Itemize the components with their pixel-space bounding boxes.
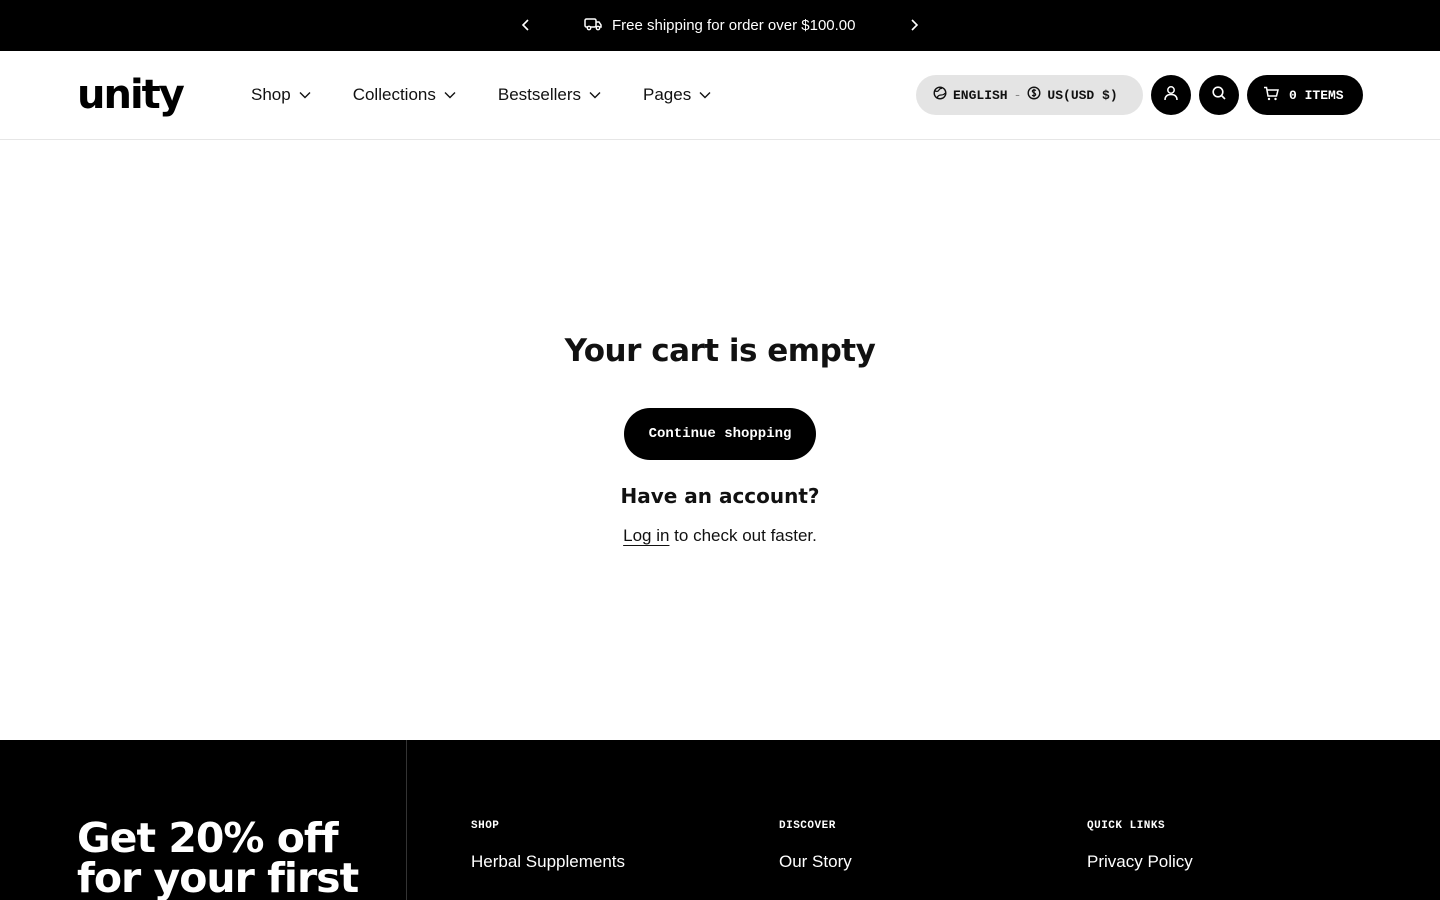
- nav-item-shop[interactable]: Shop: [251, 85, 311, 105]
- globe-icon: [933, 86, 947, 104]
- footer-column-discover: DISCOVER Our Story: [779, 820, 852, 872]
- truck-icon: [584, 17, 602, 35]
- site-footer: Get 20% off for your first SHOP Herbal S…: [0, 740, 1440, 900]
- cart-icon: [1263, 86, 1279, 105]
- search-button[interactable]: [1199, 75, 1239, 115]
- announcement-bar: Free shipping for order over $100.00: [0, 0, 1440, 51]
- user-icon: [1163, 85, 1179, 106]
- footer-link[interactable]: Herbal Supplements: [471, 852, 625, 872]
- footer-link[interactable]: Privacy Policy: [1087, 852, 1193, 872]
- footer-link[interactable]: Our Story: [779, 852, 852, 872]
- footer-heading: QUICK LINKS: [1087, 820, 1166, 832]
- chevron-down-icon: [699, 91, 711, 99]
- main-nav: Shop Collections Bestsellers Pages: [251, 51, 753, 139]
- nav-item-bestsellers[interactable]: Bestsellers: [498, 85, 601, 105]
- logo[interactable]: unity: [77, 72, 185, 118]
- chevron-down-icon: [299, 91, 311, 99]
- nav-item-pages[interactable]: Pages: [643, 85, 711, 105]
- footer-column-shop: SHOP Herbal Supplements: [471, 820, 625, 872]
- chevron-down-icon: [589, 91, 601, 99]
- continue-shopping-button[interactable]: Continue shopping: [624, 408, 816, 460]
- nav-item-label: Collections: [352, 85, 436, 104]
- promo-line: for your first: [77, 854, 359, 900]
- search-icon: [1211, 85, 1227, 106]
- chevron-down-icon: [444, 91, 456, 99]
- page-title: Your cart is empty: [564, 333, 876, 369]
- footer-column-quick-links: QUICK LINKS Privacy Policy: [1087, 820, 1193, 872]
- login-link[interactable]: Log in: [623, 526, 669, 545]
- account-button[interactable]: [1151, 75, 1191, 115]
- chevron-right-icon[interactable]: [902, 13, 926, 37]
- currency-label: US(USD $): [1047, 87, 1118, 103]
- promo-line: Get 20% off: [77, 814, 339, 862]
- footer-heading: SHOP: [471, 820, 500, 832]
- account-heading: Have an account?: [620, 484, 820, 508]
- nav-item-label: Bestsellers: [497, 85, 581, 104]
- locale-selector[interactable]: ENGLISH - US(USD $): [916, 75, 1143, 115]
- announcement-message: Free shipping for order over $100.00: [584, 0, 855, 51]
- cart-main: Your cart is empty Continue shopping Hav…: [0, 140, 1440, 740]
- login-prompt: Log in to check out faster.: [0, 526, 1440, 546]
- announcement-text: Free shipping for order over $100.00: [612, 17, 856, 34]
- nav-item-label: Pages: [643, 85, 692, 104]
- cart-count-label: 0 ITEMS: [1289, 87, 1344, 103]
- nav-item-label: Shop: [251, 85, 291, 104]
- footer-heading: DISCOVER: [779, 820, 836, 832]
- language-label: ENGLISH: [953, 87, 1008, 103]
- locale-separator: -: [1013, 87, 1022, 103]
- chevron-left-icon[interactable]: [514, 13, 538, 37]
- dollar-icon: [1027, 86, 1041, 104]
- login-suffix: to check out faster.: [669, 526, 817, 545]
- nav-item-collections[interactable]: Collections: [353, 85, 456, 105]
- site-header: unity Shop Collections Bestsellers Pages…: [0, 51, 1440, 140]
- footer-divider: [406, 740, 407, 900]
- newsletter-promo: Get 20% off for your first: [77, 814, 359, 900]
- cart-button[interactable]: 0 ITEMS: [1247, 75, 1363, 115]
